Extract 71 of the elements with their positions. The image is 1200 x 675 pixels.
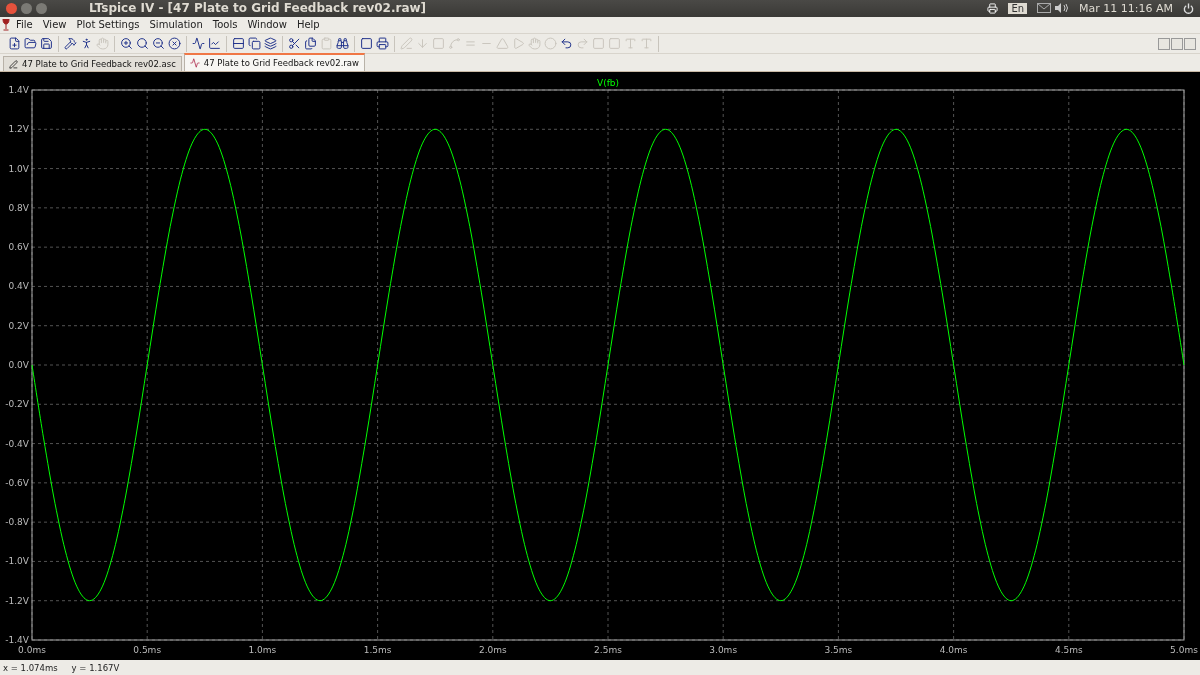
document-tab[interactable]: 47 Plate to Grid Feedback rev02.raw bbox=[183, 53, 366, 72]
window-title: LTspice IV - [47 Plate to Grid Feedback rev02.raw] bbox=[89, 1, 427, 16]
trace-label[interactable]: V(fb) bbox=[596, 78, 620, 89]
save-icon[interactable] bbox=[40, 37, 53, 51]
waveform-icon[interactable] bbox=[192, 37, 205, 51]
y-axis-label: -1.0V bbox=[5, 556, 29, 567]
x-axis-label: 3.5ms bbox=[824, 645, 853, 656]
binoculars-icon[interactable] bbox=[336, 37, 349, 51]
y-axis-label: -0.8V bbox=[5, 517, 29, 528]
keyboard-layout-indicator[interactable]: En bbox=[1008, 2, 1028, 14]
wine-glass-icon bbox=[2, 18, 10, 31]
volume-icon[interactable] bbox=[1055, 3, 1070, 14]
waveform-plot[interactable]: 1.4V 1.2V 1.0V 0.8V 0.6V 0.4V 0.2V 0.0V -0.2V -0.4V -0.6V -0.8V -1.0V -1.2V -1.4V 0.0ms 0.5ms 1.0ms 1.5ms 2.0ms 2.5ms 3.0ms 3.5ms 4.0ms 4.5ms 5.0ms V(fb) bbox=[0, 72, 1200, 661]
zoom-in-icon[interactable] bbox=[120, 37, 133, 51]
tab-label: 47 Plate to Grid Feedback rev02.raw bbox=[203, 58, 360, 69]
clock[interactable]: Mar 11 11:16 AM bbox=[1079, 1, 1173, 15]
zoom-out-icon[interactable] bbox=[152, 37, 165, 51]
y-axis-label: -1.2V bbox=[5, 596, 29, 607]
x-axis-label: 0.0ms bbox=[18, 645, 46, 656]
folder-icon[interactable] bbox=[24, 37, 37, 51]
x-axis-label: 0.5ms bbox=[133, 645, 162, 656]
y-axis-label: -0.6V bbox=[5, 478, 29, 489]
close-button[interactable] bbox=[6, 2, 17, 14]
menu-item[interactable]: Simulation bbox=[145, 19, 207, 31]
y-axis-label: 1.4V bbox=[8, 85, 29, 96]
cursor-x-reading: x = 1.074ms bbox=[3, 662, 58, 673]
hammer-icon[interactable] bbox=[64, 37, 77, 51]
x-axis-label: 2.5ms bbox=[594, 645, 622, 656]
y-axis-label: 1.2V bbox=[8, 124, 29, 135]
menu-item[interactable]: Tools bbox=[208, 19, 242, 31]
x-axis-label: 1.0ms bbox=[248, 645, 277, 656]
printer-icon[interactable] bbox=[987, 2, 999, 14]
maximize-button[interactable] bbox=[36, 2, 47, 14]
x-axis-label: 3.0ms bbox=[709, 645, 738, 656]
menu-item[interactable]: File bbox=[12, 19, 37, 31]
y-axis-label: 1.0V bbox=[8, 164, 29, 174]
cancel-zoom-icon[interactable] bbox=[168, 37, 181, 51]
schematic-icon bbox=[9, 59, 18, 69]
y-axis-label: -1.4V bbox=[5, 635, 29, 646]
cascade-icon[interactable] bbox=[248, 37, 261, 51]
document-tab[interactable]: 47 Plate to Grid Feedback rev02.asc bbox=[3, 56, 182, 72]
new-file-icon[interactable] bbox=[8, 37, 21, 51]
x-axis-label: 5.0ms bbox=[1170, 645, 1198, 656]
x-axis-label: 4.5ms bbox=[1054, 645, 1083, 656]
menu-item[interactable]: Window bbox=[243, 19, 291, 31]
x-axis-label: 1.5ms bbox=[363, 645, 392, 656]
y-axis-label: -0.2V bbox=[5, 399, 29, 410]
power-icon[interactable] bbox=[1183, 2, 1194, 14]
copy-icon[interactable] bbox=[304, 37, 317, 51]
tab-label: 47 Plate to Grid Feedback rev02.asc bbox=[22, 59, 176, 70]
printer-icon[interactable] bbox=[376, 37, 389, 51]
mail-icon[interactable] bbox=[1037, 3, 1052, 14]
x-axis-label: 4.0ms bbox=[939, 645, 968, 656]
y-axis-label: 0.4V bbox=[8, 281, 29, 292]
y-axis-label: -0.4V bbox=[5, 439, 29, 449]
y-axis-label: 0.0V bbox=[8, 360, 29, 371]
x-axis-label: 2.0ms bbox=[478, 645, 507, 656]
zoom-icon[interactable] bbox=[136, 37, 149, 51]
chart-icon[interactable] bbox=[208, 37, 221, 51]
minimize-button[interactable] bbox=[21, 2, 32, 14]
tile-icon[interactable] bbox=[232, 37, 245, 51]
undo-icon[interactable] bbox=[560, 37, 573, 51]
menu-item[interactable]: Help bbox=[292, 19, 324, 31]
cursor-y-reading: y = 1.167V bbox=[71, 662, 120, 673]
menu-item[interactable]: Plot Settings bbox=[72, 19, 144, 31]
y-axis-label: 0.8V bbox=[8, 203, 29, 214]
y-axis-label: 0.2V bbox=[8, 321, 29, 332]
waveform-icon bbox=[189, 58, 200, 69]
menu-item[interactable]: View bbox=[38, 19, 71, 31]
y-axis-label: 0.6V bbox=[8, 242, 29, 253]
scissors-icon[interactable] bbox=[288, 37, 301, 51]
